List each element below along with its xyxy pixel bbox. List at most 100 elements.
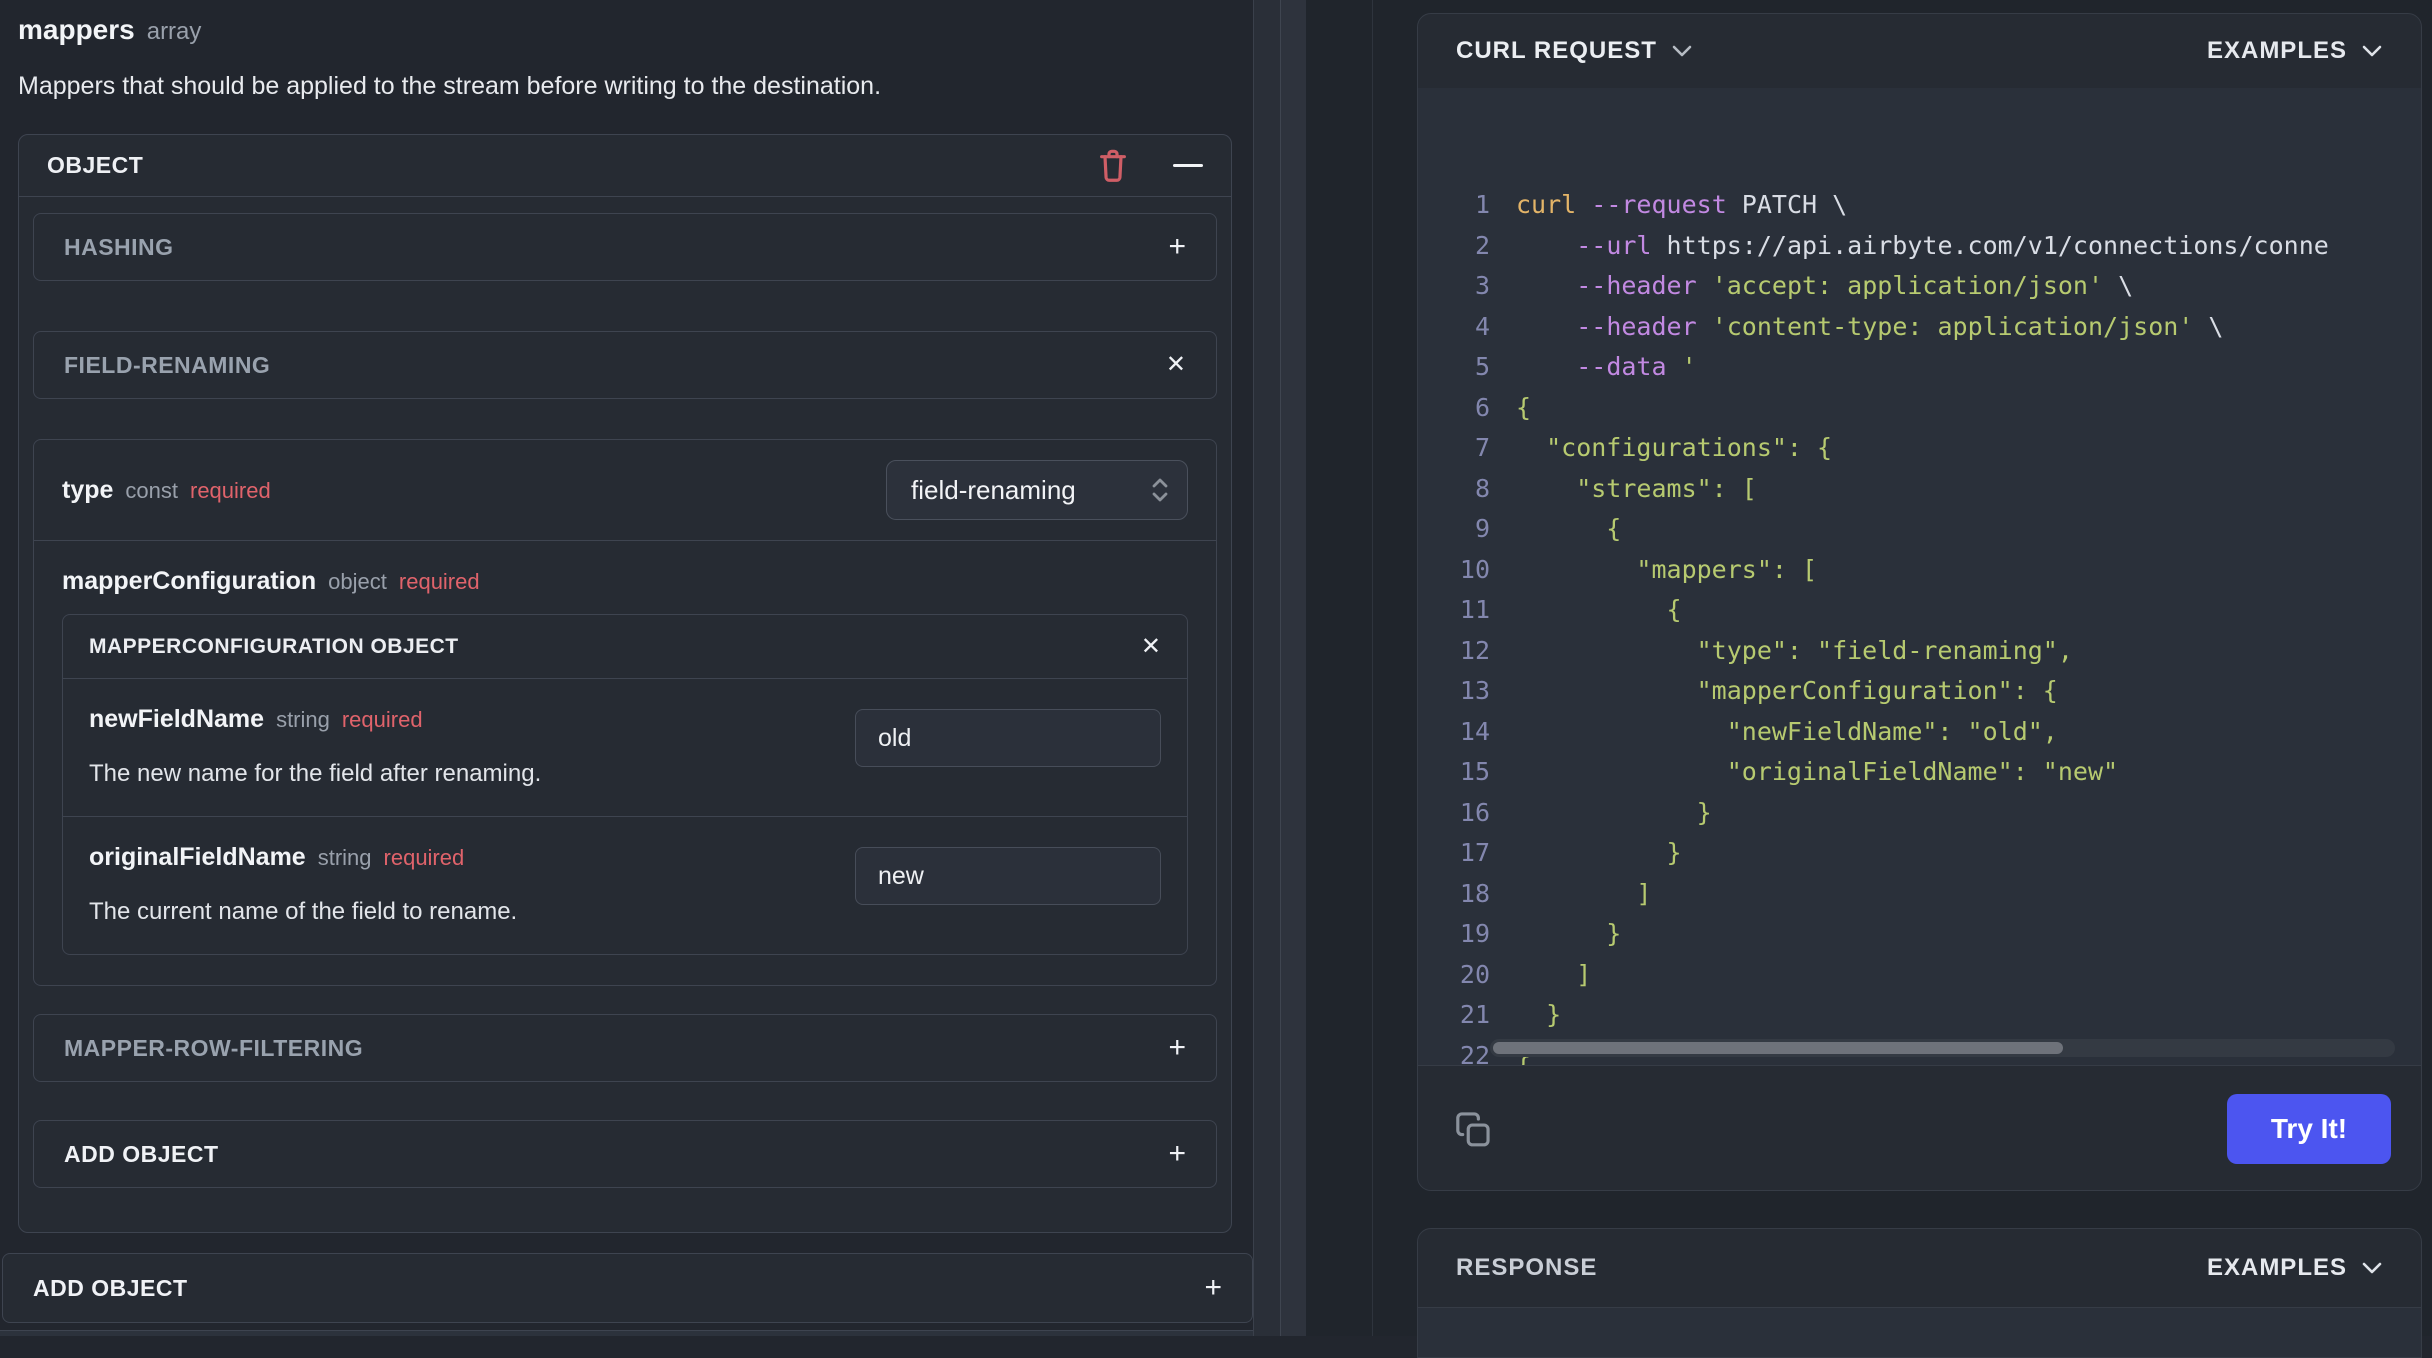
trash-icon (1100, 149, 1126, 182)
api-playground-column: CURL REQUEST EXAMPLES 1 curl --request PA… (1306, 0, 2432, 1358)
code-line: 1 curl --request PATCH \ (1418, 185, 2421, 226)
code-lines: 1 curl --request PATCH \ 2 --url https://a… (1418, 185, 2421, 1065)
try-it-button[interactable]: Try It! (2227, 1094, 2391, 1164)
line-number: 22 (1459, 1040, 1490, 1066)
code-line: 18 ] (1418, 874, 2421, 915)
property-name: newFieldName (89, 705, 265, 733)
line-number: 2 (1474, 230, 1490, 260)
chevron-down-icon (1672, 45, 1692, 57)
plus-icon[interactable]: + (1204, 1273, 1222, 1303)
code-line: 5 --data ' (1418, 347, 2421, 388)
copy-icon (1456, 1112, 1490, 1147)
original-field-name-row: originalFieldName string required The cu… (63, 817, 1187, 954)
section-hashing[interactable]: HASHING + (33, 213, 1217, 281)
response-title: RESPONSE (1456, 1254, 1598, 1281)
curl-request-title: CURL REQUEST (1456, 37, 1657, 64)
mapper-configuration-card: MAPPERCONFIGURATION OBJECT ✕ newFieldNam… (62, 614, 1188, 955)
code-line: 2 --url https://api.airbyte.com/v1/conne… (1418, 226, 2421, 267)
line-number: 14 (1459, 716, 1490, 746)
schema-form-column: mappers array Mappers that should be app… (0, 0, 1253, 1336)
property-description: The new name for the field after renamin… (89, 760, 542, 787)
object-card-title: OBJECT (47, 152, 144, 178)
code-line: 10 "mappers": [ (1418, 550, 2421, 591)
horizontal-scrollbar-track[interactable] (1490, 1039, 2395, 1057)
close-icon[interactable]: ✕ (1141, 634, 1161, 659)
curl-request-dropdown[interactable]: CURL REQUEST (1456, 37, 1693, 65)
field-title-row: mappers array (18, 14, 201, 46)
curl-request-card: CURL REQUEST EXAMPLES 1 curl --request PA… (1417, 13, 2422, 1191)
copy-code-button[interactable] (1454, 1109, 1492, 1149)
chevron-down-icon (2362, 45, 2382, 57)
examples-dropdown[interactable]: EXAMPLES (2207, 37, 2383, 65)
section-mapper-row-filtering-label: MAPPER-ROW-FILTERING (64, 1034, 364, 1061)
curl-card-footer: Try It! (1418, 1065, 2421, 1190)
type-select-value: field-renaming (911, 474, 1076, 505)
line-number: 6 (1474, 392, 1490, 422)
line-number: 11 (1459, 595, 1490, 624)
property-description: The current name of the field to rename. (89, 898, 518, 925)
line-number: 5 (1474, 352, 1490, 381)
line-number: 3 (1474, 271, 1490, 300)
line-number: 10 (1459, 554, 1490, 584)
line-number: 18 (1459, 878, 1490, 908)
line-number: 17 (1459, 838, 1490, 867)
plus-icon[interactable]: + (1168, 1139, 1186, 1169)
new-field-name-row: newFieldName string required The new nam… (63, 679, 1187, 817)
code-line: 4 --header 'content-type: application/js… (1418, 307, 2421, 348)
close-icon[interactable]: ✕ (1166, 353, 1186, 377)
curl-request-header: CURL REQUEST EXAMPLES (1418, 14, 2421, 88)
response-header: RESPONSE EXAMPLES (1418, 1229, 2421, 1308)
code-line: 21 } (1418, 995, 2421, 1036)
mapper-configuration-row: mapperConfiguration object required (34, 541, 1216, 596)
collapse-object-button[interactable] (1129, 164, 1203, 167)
new-field-name-input[interactable]: old (855, 709, 1161, 767)
code-line: 14 "newFieldName": "old", (1418, 712, 2421, 753)
line-number: 20 (1459, 959, 1490, 989)
chevron-down-icon (2362, 1262, 2382, 1274)
page-scrollbar-track[interactable] (1253, 0, 1280, 1336)
type-property-row: type const required field-renaming (34, 440, 1216, 541)
column-divider (1372, 0, 1373, 1336)
response-body (1418, 1308, 2421, 1357)
code-line: 7 "configurations": { (1418, 428, 2421, 469)
section-field-renaming-label: FIELD-RENAMING (64, 351, 271, 378)
curl-code-block: 1 curl --request PATCH \ 2 --url https://a… (1418, 88, 2421, 1065)
code-line: 9 { (1418, 509, 2421, 550)
column-gutter (1280, 0, 1306, 1336)
add-object-button-inner[interactable]: ADD OBJECT + (33, 1120, 1217, 1188)
code-line: 12 "type": "field-renaming", (1418, 631, 2421, 672)
required-badge: required (398, 569, 480, 594)
required-badge: required (190, 477, 271, 503)
plus-icon[interactable]: + (1168, 232, 1186, 262)
original-field-name-input[interactable]: new (855, 847, 1161, 905)
section-hashing-label: HASHING (64, 233, 174, 260)
add-object-label: ADD OBJECT (64, 1140, 219, 1167)
field-name: mappers (18, 14, 135, 45)
code-line: 11 { (1418, 590, 2421, 631)
field-description: Mappers that should be applied to the st… (18, 72, 882, 100)
line-number: 12 (1459, 635, 1490, 665)
section-field-renaming[interactable]: FIELD-RENAMING ✕ (33, 331, 1217, 399)
code-line: 16 } (1418, 793, 2421, 834)
line-number: 13 (1459, 676, 1490, 705)
line-number: 7 (1474, 433, 1490, 462)
select-chevrons-icon (1152, 478, 1168, 502)
property-kind: object (328, 569, 387, 594)
line-number: 16 (1459, 797, 1490, 827)
add-object-label: ADD OBJECT (33, 1274, 188, 1301)
section-mapper-row-filtering[interactable]: MAPPER-ROW-FILTERING + (33, 1014, 1217, 1082)
horizontal-scrollbar-thumb[interactable] (1493, 1042, 2064, 1054)
type-select[interactable]: field-renaming (886, 460, 1188, 520)
add-object-button-outer[interactable]: ADD OBJECT + (2, 1253, 1253, 1323)
minus-icon (1173, 164, 1203, 167)
property-kind: const (125, 477, 178, 503)
type-property-labels: type const required (62, 476, 271, 505)
property-name: originalFieldName (89, 843, 306, 871)
line-number: 19 (1459, 919, 1490, 948)
required-badge: required (341, 707, 423, 732)
plus-icon[interactable]: + (1168, 1033, 1186, 1063)
examples-dropdown[interactable]: EXAMPLES (2207, 1254, 2383, 1282)
property-name: mapperConfiguration (62, 567, 317, 595)
delete-object-button[interactable] (1097, 148, 1129, 184)
object-card: OBJECT HASHING + FIELD-RENAMING ✕ type c… (18, 134, 1232, 1233)
